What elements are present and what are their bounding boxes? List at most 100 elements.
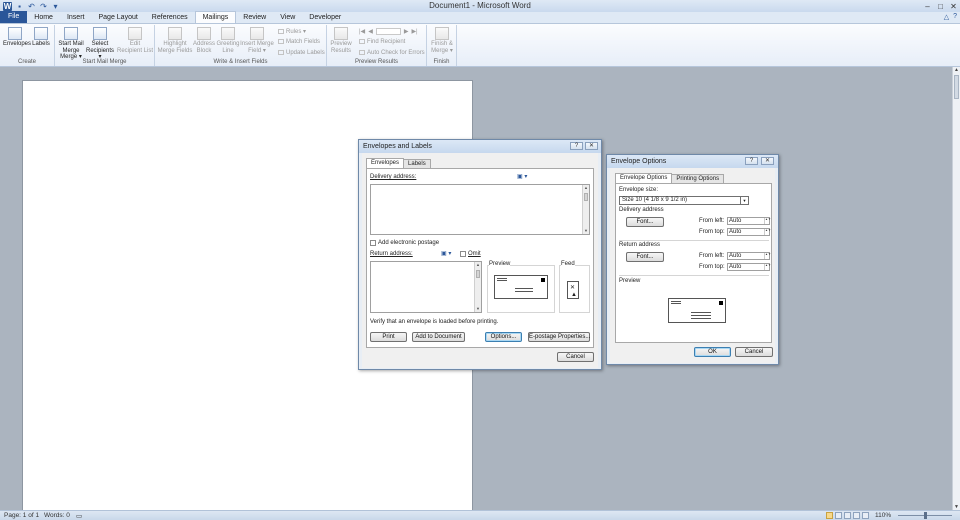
- customize-qat-icon[interactable]: ▾: [51, 2, 60, 11]
- greeting-icon: [221, 27, 235, 40]
- envelope-preview[interactable]: [494, 275, 548, 299]
- dialog-help-button[interactable]: ?: [570, 142, 583, 150]
- return-from-top-input[interactable]: Auto ▲▼: [727, 263, 771, 271]
- tab-insert[interactable]: Insert: [60, 12, 92, 23]
- address-book-icon[interactable]: ▣ ▾: [517, 173, 527, 180]
- edit-recipient-list-button[interactable]: Edit Recipient List: [116, 27, 154, 54]
- page-count[interactable]: Page: 1 of 1: [4, 512, 39, 519]
- feed-label: Feed: [561, 261, 575, 267]
- insert-merge-field-button[interactable]: Insert Merge Field ▾: [240, 27, 274, 54]
- tab-review[interactable]: Review: [236, 12, 273, 23]
- envelope-size-select[interactable]: Size 10 (4 1/8 x 9 1/2 in) ▼: [619, 196, 749, 205]
- delivery-font-button[interactable]: Font...: [626, 217, 664, 227]
- zoom-slider[interactable]: [898, 512, 952, 519]
- update-labels-button[interactable]: Update Labels: [278, 50, 325, 56]
- save-icon[interactable]: ▪: [15, 2, 24, 11]
- return-from-left-input[interactable]: Auto ▲▼: [727, 252, 771, 260]
- tab-labels[interactable]: Labels: [403, 159, 431, 168]
- tab-mailings[interactable]: Mailings: [194, 11, 237, 23]
- tab-envelope-options[interactable]: Envelope Options: [615, 173, 673, 183]
- delivery-address-input[interactable]: ▲ ▼: [370, 184, 590, 235]
- greeting-line-button[interactable]: Greeting Line: [215, 27, 241, 54]
- add-to-document-button[interactable]: Add to Document: [412, 332, 465, 342]
- record-number-input[interactable]: [375, 28, 401, 35]
- return-address-input[interactable]: ▲ ▼: [370, 261, 482, 313]
- tab-printing-options[interactable]: Printing Options: [671, 174, 725, 183]
- full-screen-reading-icon[interactable]: [835, 512, 842, 519]
- epostage-properties-button[interactable]: E-postage Properties...: [528, 332, 590, 342]
- web-layout-icon[interactable]: [844, 512, 851, 519]
- zoom-level[interactable]: 110%: [875, 512, 891, 519]
- envelopes-button[interactable]: Envelopes: [3, 27, 31, 48]
- delivery-address-section: Delivery address: [619, 207, 664, 213]
- address-block-button[interactable]: Address Block: [192, 27, 216, 54]
- highlight-merge-fields-button[interactable]: Highlight Merge Fields: [157, 27, 193, 54]
- highlight-icon: [168, 27, 182, 40]
- scroll-up-icon[interactable]: ▲: [953, 67, 960, 73]
- outline-icon[interactable]: [853, 512, 860, 519]
- last-record-icon[interactable]: ▶|: [411, 28, 417, 35]
- tab-page-layout[interactable]: Page Layout: [91, 12, 144, 23]
- redo-icon[interactable]: ↷: [39, 2, 48, 11]
- options-close-button[interactable]: ✕: [761, 157, 774, 165]
- labels-button[interactable]: Labels: [30, 27, 52, 48]
- envelopes-and-labels-dialog: Envelopes and Labels ? ✕ Envelopes Label…: [358, 139, 602, 370]
- return-font-button[interactable]: Font...: [626, 252, 664, 262]
- zoom-slider-knob[interactable]: [924, 512, 927, 519]
- tab-envelopes[interactable]: Envelopes: [366, 158, 405, 168]
- tab-references[interactable]: References: [145, 12, 195, 23]
- envelope-options-panel: Envelope size: Size 10 (4 1/8 x 9 1/2 in…: [615, 183, 772, 343]
- word-logo-icon[interactable]: W: [3, 1, 12, 11]
- options-help-button[interactable]: ?: [745, 157, 758, 165]
- options-preview-label: Preview: [619, 278, 641, 284]
- return-address-book-icon[interactable]: ▣ ▾: [441, 250, 451, 257]
- return-scrollbar[interactable]: ▲ ▼: [474, 262, 481, 312]
- options-cancel-button[interactable]: Cancel: [735, 347, 773, 357]
- print-layout-icon[interactable]: [826, 512, 833, 519]
- maximize-button[interactable]: □: [936, 2, 945, 11]
- ok-button[interactable]: OK: [694, 347, 731, 357]
- verify-message: Verify that an envelope is loaded before…: [370, 319, 499, 325]
- first-record-icon[interactable]: |◀: [359, 28, 365, 35]
- feed-preview[interactable]: ✕ ▲: [567, 281, 579, 299]
- find-icon: [359, 39, 365, 44]
- scroll-thumb[interactable]: [954, 75, 959, 99]
- tab-home[interactable]: Home: [27, 12, 60, 23]
- group-create: Envelopes Labels Create: [0, 25, 55, 66]
- add-postage-checkbox[interactable]: [370, 240, 376, 246]
- proofing-icon[interactable]: ▭: [76, 512, 82, 520]
- print-button[interactable]: Print: [370, 332, 407, 342]
- next-record-icon[interactable]: ▶: [404, 28, 409, 35]
- undo-icon[interactable]: ↶: [27, 2, 36, 11]
- match-fields-button[interactable]: Match Fields: [278, 39, 320, 45]
- auto-check-errors-button[interactable]: Auto Check for Errors: [359, 50, 425, 56]
- help-icon[interactable]: ?: [953, 13, 957, 21]
- group-label-finish: Finish: [433, 59, 450, 65]
- delivery-scrollbar[interactable]: ▲ ▼: [582, 185, 589, 234]
- dialog-close-button[interactable]: ✕: [585, 142, 598, 150]
- tab-developer[interactable]: Developer: [302, 12, 348, 23]
- delivery-from-left-input[interactable]: Auto ▲▼: [727, 217, 771, 225]
- finish-merge-button[interactable]: Finish & Merge ▾: [428, 27, 456, 54]
- omit-checkbox[interactable]: [460, 251, 466, 257]
- options-button[interactable]: Options...: [485, 332, 522, 342]
- rules-button[interactable]: Rules ▾: [278, 28, 306, 35]
- prev-record-icon[interactable]: ◀: [368, 28, 373, 35]
- select-recipients-button[interactable]: Select Recipients ▾: [85, 27, 115, 61]
- start-mail-merge-button[interactable]: Start Mail Merge Merge ▾: [57, 27, 85, 61]
- options-envelope-preview: [668, 298, 726, 323]
- vertical-scrollbar[interactable]: ▲ ▼: [952, 67, 960, 510]
- cancel-button[interactable]: Cancel: [557, 352, 594, 362]
- tab-file[interactable]: File: [0, 11, 28, 23]
- close-button[interactable]: ✕: [949, 2, 958, 11]
- chevron-down-icon[interactable]: ▼: [740, 197, 748, 204]
- tab-view[interactable]: View: [273, 12, 302, 23]
- preview-results-button[interactable]: Preview Results: [329, 27, 353, 54]
- minimize-ribbon-icon[interactable]: △: [944, 13, 949, 21]
- draft-icon[interactable]: [862, 512, 869, 519]
- find-recipient-button[interactable]: Find Recipient: [359, 39, 405, 45]
- delivery-from-top-input[interactable]: Auto ▲▼: [727, 228, 771, 236]
- minimize-button[interactable]: –: [923, 2, 932, 11]
- match-fields-icon: [278, 39, 284, 44]
- word-count[interactable]: Words: 0: [44, 512, 70, 519]
